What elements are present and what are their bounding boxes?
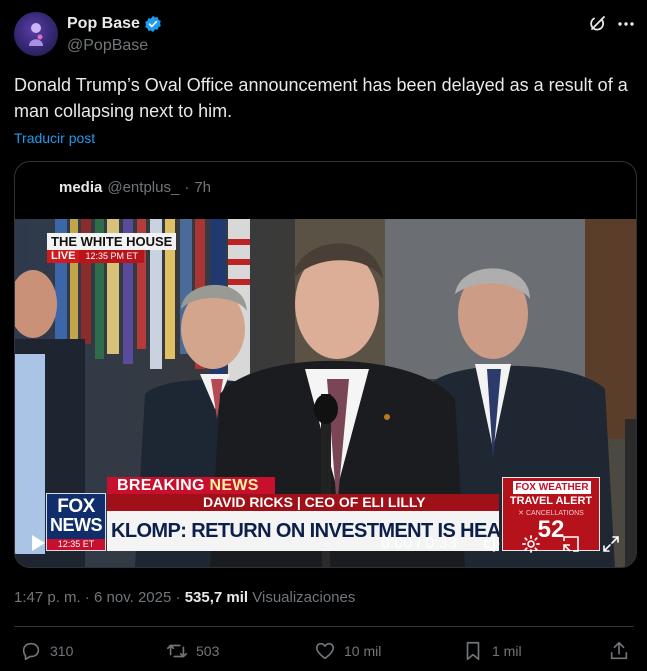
video-player[interactable]: THE WHITE HOUSE LIVE 12:35 PM ET FOX NEW… bbox=[15, 219, 636, 567]
separator-dot: · bbox=[184, 179, 190, 196]
more-options-icon[interactable] bbox=[616, 14, 636, 34]
cancellations-count: 52 bbox=[537, 516, 565, 543]
breaking-word: BREAKING bbox=[117, 477, 205, 494]
breaking-news-banner: BREAKING NEWS bbox=[107, 477, 275, 494]
bug-live: LIVE bbox=[47, 250, 80, 263]
speaker-nameplate: DAVID RICKS | CEO OF ELI LILLY bbox=[107, 494, 499, 511]
post-text: Donald Trump’s Oval Office announcement … bbox=[14, 75, 628, 121]
repost-count: 503 bbox=[196, 643, 220, 659]
fullscreen-icon[interactable] bbox=[601, 534, 621, 554]
bug-live-row: LIVE 12:35 PM ET bbox=[47, 250, 176, 263]
bookmark-count: 1 mil bbox=[492, 643, 522, 659]
quoted-author-name[interactable]: media bbox=[59, 179, 102, 196]
grok-icon[interactable] bbox=[588, 14, 608, 34]
display-name[interactable]: Pop Base bbox=[67, 15, 140, 33]
post-header: Pop Base @PopBase bbox=[14, 12, 634, 60]
play-icon[interactable] bbox=[29, 534, 47, 552]
share-icon bbox=[610, 641, 628, 660]
news-word: NEWS bbox=[209, 477, 259, 494]
quoted-post-card[interactable]: media @entplus_ · 7h THE WHITE HOUSE LIV… bbox=[14, 161, 637, 568]
white-house-bug: THE WHITE HOUSE LIVE 12:35 PM ET bbox=[47, 233, 177, 263]
quoted-post-header: media @entplus_ · 7h bbox=[59, 179, 211, 196]
repost-icon bbox=[167, 644, 187, 658]
heart-icon bbox=[315, 642, 335, 660]
settings-gear-icon[interactable] bbox=[521, 534, 541, 554]
avatar-figure-icon bbox=[29, 23, 43, 46]
like-button[interactable]: 10 mil bbox=[314, 640, 381, 662]
fox-weather-logo: FOX WEATHER bbox=[513, 481, 591, 494]
fox-logo-time: 12:35 ET bbox=[47, 539, 105, 550]
reply-count: 310 bbox=[50, 643, 74, 659]
reply-icon bbox=[22, 642, 40, 661]
divider bbox=[14, 626, 634, 627]
fox-news-logo: FOX NEWS 12:35 ET bbox=[46, 493, 106, 551]
post-meta: 1:47 p. m. · 6 nov. 2025 · 535,7 mil Vis… bbox=[14, 589, 355, 606]
video-time-display: 0:00 / 0:33 bbox=[381, 535, 457, 552]
quoted-post-time[interactable]: 7h bbox=[194, 179, 211, 196]
bug-time: 12:35 PM ET bbox=[79, 250, 144, 263]
name-row: Pop Base bbox=[67, 15, 162, 33]
post-date[interactable]: 6 nov. 2025 bbox=[94, 589, 171, 606]
reply-button[interactable]: 310 bbox=[20, 640, 73, 662]
picture-in-picture-icon[interactable] bbox=[561, 534, 581, 554]
fox-logo-mid: NEWS bbox=[50, 515, 103, 535]
meta-sep: · bbox=[84, 589, 90, 606]
repost-button[interactable]: 503 bbox=[166, 640, 219, 662]
avatar[interactable] bbox=[14, 12, 58, 56]
volume-icon[interactable] bbox=[483, 534, 503, 554]
share-button[interactable] bbox=[608, 640, 630, 662]
views-count: 535,7 mil bbox=[184, 589, 249, 606]
like-count: 10 mil bbox=[344, 643, 382, 659]
bug-title: THE WHITE HOUSE bbox=[47, 233, 177, 250]
post-time[interactable]: 1:47 p. m. bbox=[14, 589, 81, 606]
action-bar: 310 503 10 mil 1 mil bbox=[0, 640, 647, 666]
bookmark-button[interactable]: 1 mil bbox=[462, 640, 522, 662]
handle[interactable]: @PopBase bbox=[67, 37, 148, 55]
quoted-author-handle[interactable]: @entplus_ bbox=[107, 179, 179, 196]
views-label: Visualizaciones bbox=[252, 589, 356, 606]
verified-badge-icon bbox=[145, 15, 161, 33]
fox-weather-box: FOX WEATHER TRAVEL ALERT ✕ CANCELLATIONS… bbox=[502, 477, 600, 551]
bookmark-icon bbox=[466, 641, 480, 661]
travel-alert: TRAVEL ALERT bbox=[509, 495, 593, 507]
meta-sep-2: · bbox=[175, 589, 181, 606]
translate-post-link[interactable]: Traducir post bbox=[14, 130, 95, 146]
fox-logo-top: FOX bbox=[57, 496, 95, 517]
